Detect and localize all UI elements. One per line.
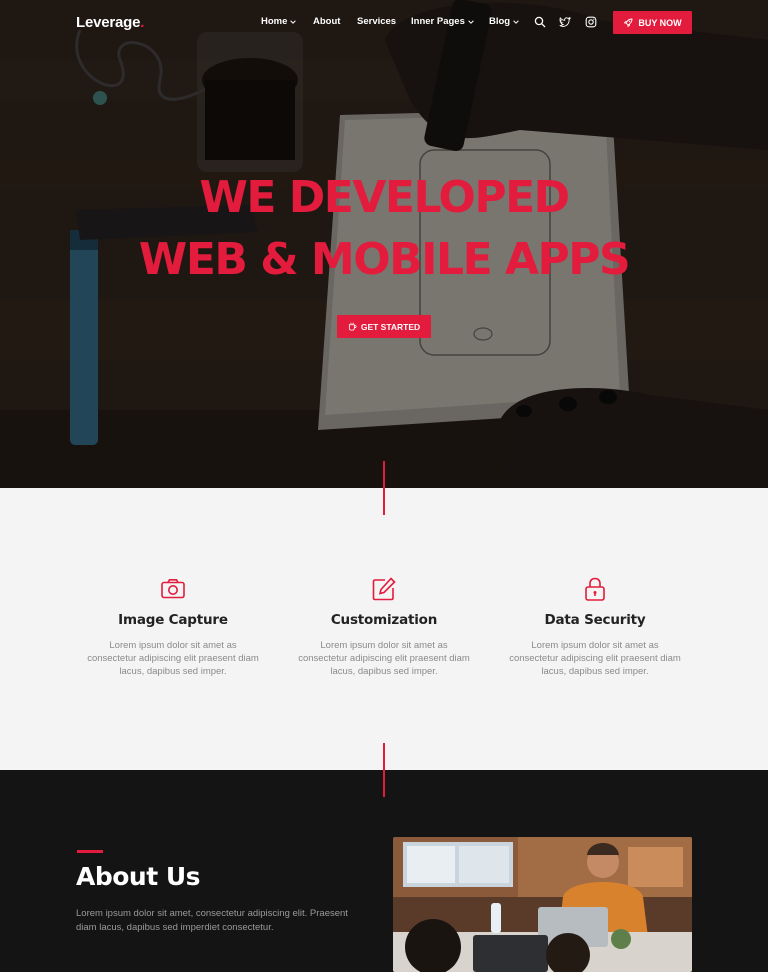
about-accent-bar [77,850,103,853]
chevron-down-icon [290,19,297,24]
about-title: About Us [76,862,201,891]
nav-item-label: Services [357,16,397,27]
twitter-icon[interactable] [559,16,571,28]
section-divider-top [383,461,385,515]
chevron-down-icon [513,19,519,24]
feature-title: Data Security [544,612,646,628]
chevron-down-icon [468,19,474,24]
hero-headline-line2: WEB & MOBILE APPS [138,234,631,285]
top-navbar: Leverage. Home About Services Inner Page… [0,0,768,46]
feature-description: Lorem ipsum dolor sit amet as consectetu… [298,640,470,677]
lock-icon [585,577,605,601]
instagram-icon[interactable] [585,16,597,28]
feature-title: Customization [330,612,438,628]
brand-logo[interactable]: Leverage. [76,14,144,31]
feature-title: Image Capture [118,612,228,628]
nav-item-services[interactable]: Services [357,16,396,27]
about-text: Lorem ipsum dolor sit amet, consectetur … [76,908,348,933]
brand-dot: . [140,14,145,31]
feature-data-security: Data Security Lorem ipsum dolor sit amet… [495,576,695,678]
nav-item-inner-pages[interactable]: Inner Pages [411,16,475,27]
get-started-button[interactable]: GET STARTED [337,315,431,338]
feature-description: Lorem ipsum dolor sit amet as consectetu… [87,640,259,677]
nav-item-label: About [313,16,341,27]
features-section: Image Capture Lorem ipsum dolor sit amet… [0,461,768,797]
brand-name: Leverage [76,14,141,31]
get-started-label: GET STARTED [360,321,421,332]
section-divider-about [383,770,385,797]
rocket-icon [624,18,633,27]
nav-item-about[interactable]: About [313,16,340,27]
feature-description: Lorem ipsum dolor sit amet as consectetu… [509,640,681,677]
nav-item-blog[interactable]: Blog [489,16,520,27]
buy-now-label: BUY NOW [638,17,682,28]
hero-section: Leverage. Home About Services Inner Page… [0,0,768,488]
hero-headline-line1: WE DEVELOPED [199,172,570,223]
camera-icon [161,579,185,599]
nav-item-home[interactable]: Home [261,16,297,27]
feature-customization: Customization Lorem ipsum dolor sit amet… [284,576,484,678]
about-section: About Us Lorem ipsum dolor sit amet, con… [0,770,768,972]
edit-icon [372,577,396,601]
nav-item-label: Home [261,16,288,27]
nav-item-label: Blog [489,16,511,27]
about-team-photo [393,837,692,972]
nav-item-label: Inner Pages [411,16,465,27]
buy-now-button[interactable]: BUY NOW [613,11,692,34]
coffee-icon [348,322,357,331]
search-icon[interactable] [534,16,546,28]
feature-image-capture: Image Capture Lorem ipsum dolor sit amet… [73,576,273,678]
